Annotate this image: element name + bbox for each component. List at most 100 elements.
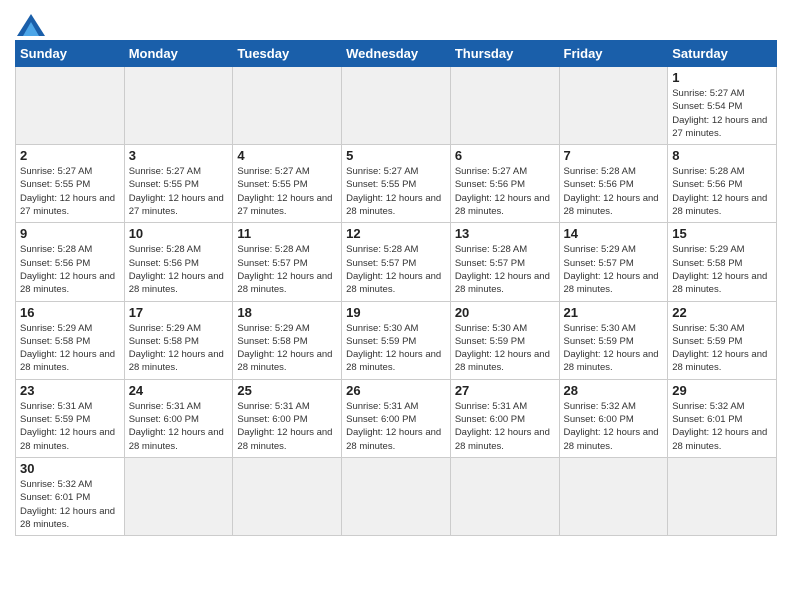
day-number: 8 (672, 148, 772, 163)
calendar-cell: 29 Sunrise: 5:32 AM Sunset: 6:01 PM Dayli… (668, 379, 777, 457)
day-info: Sunrise: 5:32 AM Sunset: 6:01 PM Dayligh… (672, 400, 772, 453)
weekday-header-sunday: Sunday (16, 41, 125, 67)
calendar-week-row: 16Sunrise: 5:29 AM Sunset: 5:58 PM Dayli… (16, 301, 777, 379)
day-number: 15 (672, 226, 772, 241)
day-number: 10 (129, 226, 229, 241)
calendar-cell (342, 67, 451, 145)
calendar-cell (559, 67, 668, 145)
weekday-header-wednesday: Wednesday (342, 41, 451, 67)
day-info: Sunrise: 5:27 AM Sunset: 5:55 PM Dayligh… (346, 165, 446, 218)
calendar-cell: 19 Sunrise: 5:30 AM Sunset: 5:59 PM Dayli… (342, 301, 451, 379)
calendar-week-row: 23Sunrise: 5:31 AM Sunset: 5:59 PM Dayli… (16, 379, 777, 457)
calendar-cell: 24Sunrise: 5:31 AM Sunset: 6:00 PM Dayli… (124, 379, 233, 457)
day-info: Sunrise: 5:28 AM Sunset: 5:56 PM Dayligh… (672, 165, 772, 218)
calendar-week-row: 2 Sunrise: 5:27 AM Sunset: 5:55 PM Daylig… (16, 145, 777, 223)
day-number: 14 (564, 226, 664, 241)
logo-icon (17, 14, 45, 36)
calendar-cell: 1 Sunrise: 5:27 AM Sunset: 5:54 PM Daylig… (668, 67, 777, 145)
calendar-cell (450, 457, 559, 535)
day-number: 22 (672, 305, 772, 320)
calendar-cell: 25 Sunrise: 5:31 AM Sunset: 6:00 PM Dayli… (233, 379, 342, 457)
calendar-cell: 16Sunrise: 5:29 AM Sunset: 5:58 PM Dayli… (16, 301, 125, 379)
day-info: Sunrise: 5:28 AM Sunset: 5:56 PM Dayligh… (129, 243, 229, 296)
day-number: 2 (20, 148, 120, 163)
calendar-cell: 21 Sunrise: 5:30 AM Sunset: 5:59 PM Dayli… (559, 301, 668, 379)
day-info: Sunrise: 5:28 AM Sunset: 5:56 PM Dayligh… (564, 165, 664, 218)
day-number: 26 (346, 383, 446, 398)
day-info: Sunrise: 5:31 AM Sunset: 6:00 PM Dayligh… (455, 400, 555, 453)
calendar-cell (124, 67, 233, 145)
day-info: Sunrise: 5:27 AM Sunset: 5:55 PM Dayligh… (129, 165, 229, 218)
day-number: 12 (346, 226, 446, 241)
day-info: Sunrise: 5:31 AM Sunset: 6:00 PM Dayligh… (129, 400, 229, 453)
calendar-week-row: 1 Sunrise: 5:27 AM Sunset: 5:54 PM Daylig… (16, 67, 777, 145)
calendar-cell (342, 457, 451, 535)
calendar-cell: 20 Sunrise: 5:30 AM Sunset: 5:59 PM Dayli… (450, 301, 559, 379)
day-info: Sunrise: 5:29 AM Sunset: 5:58 PM Dayligh… (129, 322, 229, 375)
calendar-cell: 6Sunrise: 5:27 AM Sunset: 5:56 PM Daylig… (450, 145, 559, 223)
weekday-header-row: SundayMondayTuesdayWednesdayThursdayFrid… (16, 41, 777, 67)
calendar-cell: 30 Sunrise: 5:32 AM Sunset: 6:01 PM Dayli… (16, 457, 125, 535)
day-info: Sunrise: 5:31 AM Sunset: 6:00 PM Dayligh… (237, 400, 337, 453)
day-number: 20 (455, 305, 555, 320)
day-info: Sunrise: 5:29 AM Sunset: 5:58 PM Dayligh… (672, 243, 772, 296)
calendar-cell: 5 Sunrise: 5:27 AM Sunset: 5:55 PM Daylig… (342, 145, 451, 223)
weekday-header-friday: Friday (559, 41, 668, 67)
calendar-body: 1 Sunrise: 5:27 AM Sunset: 5:54 PM Daylig… (16, 67, 777, 536)
calendar-cell: 2 Sunrise: 5:27 AM Sunset: 5:55 PM Daylig… (16, 145, 125, 223)
day-info: Sunrise: 5:28 AM Sunset: 5:56 PM Dayligh… (20, 243, 120, 296)
day-info: Sunrise: 5:27 AM Sunset: 5:55 PM Dayligh… (237, 165, 337, 218)
day-number: 29 (672, 383, 772, 398)
calendar-cell: 13 Sunrise: 5:28 AM Sunset: 5:57 PM Dayli… (450, 223, 559, 301)
day-number: 27 (455, 383, 555, 398)
day-info: Sunrise: 5:28 AM Sunset: 5:57 PM Dayligh… (455, 243, 555, 296)
weekday-header-thursday: Thursday (450, 41, 559, 67)
calendar-cell (233, 457, 342, 535)
day-number: 3 (129, 148, 229, 163)
day-info: Sunrise: 5:27 AM Sunset: 5:56 PM Dayligh… (455, 165, 555, 218)
day-number: 1 (672, 70, 772, 85)
day-info: Sunrise: 5:30 AM Sunset: 5:59 PM Dayligh… (455, 322, 555, 375)
calendar-cell: 4 Sunrise: 5:27 AM Sunset: 5:55 PM Daylig… (233, 145, 342, 223)
calendar-cell: 14Sunrise: 5:29 AM Sunset: 5:57 PM Dayli… (559, 223, 668, 301)
calendar-cell: 9Sunrise: 5:28 AM Sunset: 5:56 PM Daylig… (16, 223, 125, 301)
calendar-cell: 8 Sunrise: 5:28 AM Sunset: 5:56 PM Daylig… (668, 145, 777, 223)
page-header (15, 10, 777, 36)
weekday-header-saturday: Saturday (668, 41, 777, 67)
calendar-cell (233, 67, 342, 145)
day-number: 25 (237, 383, 337, 398)
calendar-table: SundayMondayTuesdayWednesdayThursdayFrid… (15, 40, 777, 536)
day-number: 30 (20, 461, 120, 476)
day-number: 19 (346, 305, 446, 320)
calendar-cell: 12 Sunrise: 5:28 AM Sunset: 5:57 PM Dayli… (342, 223, 451, 301)
day-info: Sunrise: 5:29 AM Sunset: 5:58 PM Dayligh… (20, 322, 120, 375)
day-number: 23 (20, 383, 120, 398)
day-info: Sunrise: 5:27 AM Sunset: 5:55 PM Dayligh… (20, 165, 120, 218)
day-info: Sunrise: 5:30 AM Sunset: 5:59 PM Dayligh… (564, 322, 664, 375)
day-number: 28 (564, 383, 664, 398)
calendar-cell: 27 Sunrise: 5:31 AM Sunset: 6:00 PM Dayli… (450, 379, 559, 457)
day-number: 4 (237, 148, 337, 163)
day-info: Sunrise: 5:27 AM Sunset: 5:54 PM Dayligh… (672, 87, 772, 140)
calendar-cell: 10 Sunrise: 5:28 AM Sunset: 5:56 PM Dayli… (124, 223, 233, 301)
calendar-cell: 17 Sunrise: 5:29 AM Sunset: 5:58 PM Dayli… (124, 301, 233, 379)
day-number: 21 (564, 305, 664, 320)
calendar-cell: 15 Sunrise: 5:29 AM Sunset: 5:58 PM Dayli… (668, 223, 777, 301)
logo (15, 16, 45, 36)
day-number: 11 (237, 226, 337, 241)
day-number: 5 (346, 148, 446, 163)
calendar-cell: 3 Sunrise: 5:27 AM Sunset: 5:55 PM Daylig… (124, 145, 233, 223)
day-info: Sunrise: 5:31 AM Sunset: 6:00 PM Dayligh… (346, 400, 446, 453)
calendar-week-row: 9Sunrise: 5:28 AM Sunset: 5:56 PM Daylig… (16, 223, 777, 301)
day-info: Sunrise: 5:32 AM Sunset: 6:01 PM Dayligh… (20, 478, 120, 531)
calendar-cell: 28Sunrise: 5:32 AM Sunset: 6:00 PM Dayli… (559, 379, 668, 457)
day-number: 13 (455, 226, 555, 241)
calendar-cell: 23Sunrise: 5:31 AM Sunset: 5:59 PM Dayli… (16, 379, 125, 457)
day-number: 18 (237, 305, 337, 320)
day-info: Sunrise: 5:30 AM Sunset: 5:59 PM Dayligh… (346, 322, 446, 375)
calendar-cell: 11Sunrise: 5:28 AM Sunset: 5:57 PM Dayli… (233, 223, 342, 301)
day-number: 17 (129, 305, 229, 320)
calendar-cell: 26 Sunrise: 5:31 AM Sunset: 6:00 PM Dayli… (342, 379, 451, 457)
calendar-cell: 7Sunrise: 5:28 AM Sunset: 5:56 PM Daylig… (559, 145, 668, 223)
day-info: Sunrise: 5:28 AM Sunset: 5:57 PM Dayligh… (346, 243, 446, 296)
